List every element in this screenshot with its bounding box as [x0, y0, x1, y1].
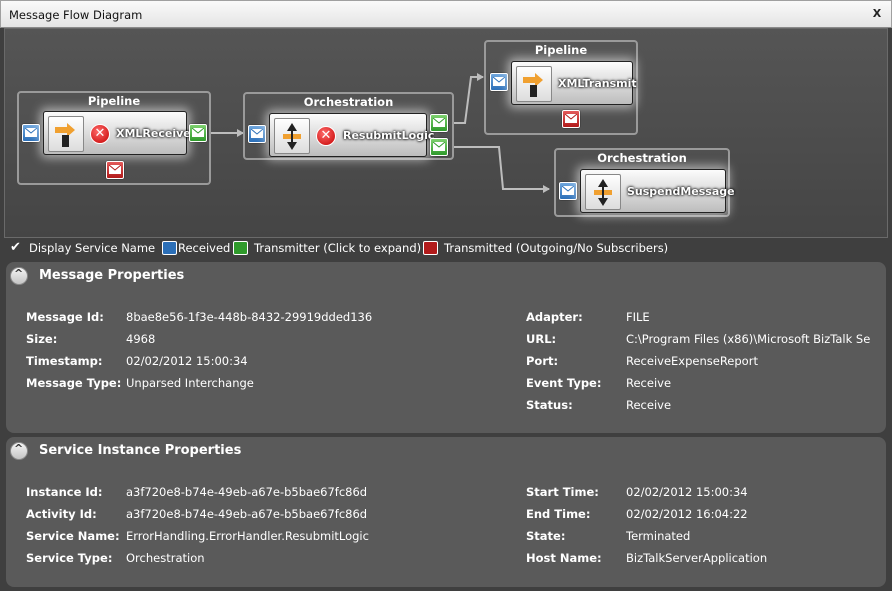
transmitted-legend-icon: [423, 241, 438, 255]
legend-transmitted-label: Transmitted (Outgoing/No Subscribers): [444, 241, 669, 255]
panel-header: ^ Service Instance Properties: [6, 437, 886, 461]
prop-value: a3f720e8-b74e-49eb-a67e-b5bae67fc86d: [126, 485, 368, 499]
prop-label: Timestamp:: [26, 354, 103, 368]
panel-header: ^ Message Properties: [6, 262, 886, 286]
prop-label: Message Type:: [26, 376, 122, 390]
prop-value: 4968: [126, 332, 156, 346]
panel-title: Service Instance Properties: [39, 443, 242, 458]
prop-value: BizTalkServerApplication: [626, 551, 768, 565]
message-properties-panel: ^ Message Properties Message Id: 8bae8e5…: [6, 262, 886, 433]
transmitter-port[interactable]: [430, 114, 448, 132]
received-port[interactable]: [490, 73, 508, 91]
prop-label: Size:: [26, 332, 58, 346]
service-name-label: XMLReceive: [116, 127, 191, 140]
window-titlebar: Message Flow Diagram X: [0, 0, 892, 28]
prop-label: Instance Id:: [26, 485, 103, 499]
display-service-name-label: Display Service Name: [29, 241, 156, 255]
transmitter-port[interactable]: [189, 124, 207, 142]
prop-label: URL:: [526, 332, 557, 346]
prop-value: 8bae8e56-1f3e-448b-8432-29919dded136: [126, 310, 373, 324]
group-title: Pipeline: [534, 43, 588, 57]
checkmark-icon: ✔: [10, 240, 21, 255]
legend-received-label: Received: [178, 241, 231, 255]
window-title: Message Flow Diagram: [9, 8, 143, 22]
envelope-icon: [493, 77, 505, 86]
prop-label: Service Name:: [26, 529, 120, 543]
envelope-icon: [109, 165, 121, 174]
transmitted-port[interactable]: [562, 110, 580, 128]
prop-value: 02/02/2012 15:00:34: [626, 485, 748, 499]
transmitter-port[interactable]: [430, 138, 448, 156]
legend-transmitter-label: Transmitter (Click to expand): [254, 241, 422, 255]
message-flow-diagram: Pipeline ✕ XMLReceive Orchestration ✕ Re…: [4, 28, 888, 238]
prop-value: Receive: [626, 376, 672, 390]
prop-value: Unparsed Interchange: [126, 376, 254, 390]
group-title: Orchestration: [303, 95, 394, 109]
pipeline-icon: [48, 116, 84, 152]
service-node-xmlreceive[interactable]: ✕ XMLReceive: [43, 111, 191, 155]
prop-value: Terminated: [626, 529, 691, 543]
prop-label: Port:: [526, 354, 559, 368]
prop-label: Start Time:: [526, 485, 599, 499]
prop-label: Activity Id:: [26, 507, 97, 521]
error-icon: ✕: [90, 124, 110, 144]
prop-value: 02/02/2012 15:00:34: [126, 354, 248, 368]
envelope-icon: [433, 118, 445, 127]
envelope-icon: [25, 128, 37, 137]
prop-value: Receive: [626, 398, 672, 412]
prop-label: End Time:: [526, 507, 591, 521]
received-port[interactable]: [559, 182, 577, 200]
envelope-icon: [565, 114, 577, 123]
prop-label: Host Name:: [526, 551, 602, 565]
prop-label: Event Type:: [526, 376, 602, 390]
prop-value: ErrorHandling.ErrorHandler.ResubmitLogic: [126, 529, 369, 543]
group-title: Orchestration: [597, 151, 687, 165]
panel-title: Message Properties: [39, 268, 185, 283]
error-icon: ✕: [316, 126, 336, 146]
collapse-button[interactable]: ^: [10, 267, 28, 285]
prop-label: Service Type:: [26, 551, 113, 565]
prop-value: ReceiveExpenseReport: [626, 354, 758, 368]
chevron-up-icon: ^: [14, 267, 24, 280]
collapse-button[interactable]: ^: [10, 442, 28, 460]
envelope-icon: [192, 128, 204, 137]
transmitter-legend-icon: [233, 241, 248, 255]
service-node-resubmitlogic[interactable]: ✕ ResubmitLogic: [269, 113, 434, 157]
transmitted-port[interactable]: [106, 161, 124, 179]
prop-value: C:\Program Files (x86)\Microsoft BizTalk…: [626, 332, 870, 346]
prop-value: a3f720e8-b74e-49eb-a67e-b5bae67fc86d: [126, 507, 368, 521]
received-port[interactable]: [248, 125, 266, 143]
received-port[interactable]: [22, 124, 40, 142]
prop-label: Status:: [526, 398, 573, 412]
service-node-suspendmessage[interactable]: SuspendMessage: [580, 169, 735, 213]
service-name-label: SuspendMessage: [627, 185, 735, 198]
close-button[interactable]: X: [869, 6, 885, 22]
pipeline-icon: [516, 66, 552, 102]
service-name-label: ResubmitLogic: [343, 129, 435, 142]
prop-label: Adapter:: [526, 310, 583, 324]
service-instance-properties-panel: ^ Service Instance Properties Instance I…: [6, 437, 886, 587]
service-name-label: XMLTransmit: [558, 77, 637, 90]
prop-label: State:: [526, 529, 566, 543]
prop-value: FILE: [626, 310, 650, 324]
prop-value: Orchestration: [126, 551, 205, 565]
prop-value: 02/02/2012 16:04:22: [626, 507, 748, 521]
received-legend-icon: [162, 241, 177, 255]
chevron-up-icon: ^: [14, 442, 24, 455]
group-title: Pipeline: [87, 94, 141, 108]
envelope-icon: [251, 129, 263, 138]
service-node-xmltransmit[interactable]: XMLTransmit: [511, 61, 637, 105]
orchestration-icon: [274, 118, 310, 154]
envelope-icon: [562, 186, 574, 195]
prop-label: Message Id:: [26, 310, 104, 324]
orchestration-icon: [585, 174, 621, 210]
envelope-icon: [433, 142, 445, 151]
